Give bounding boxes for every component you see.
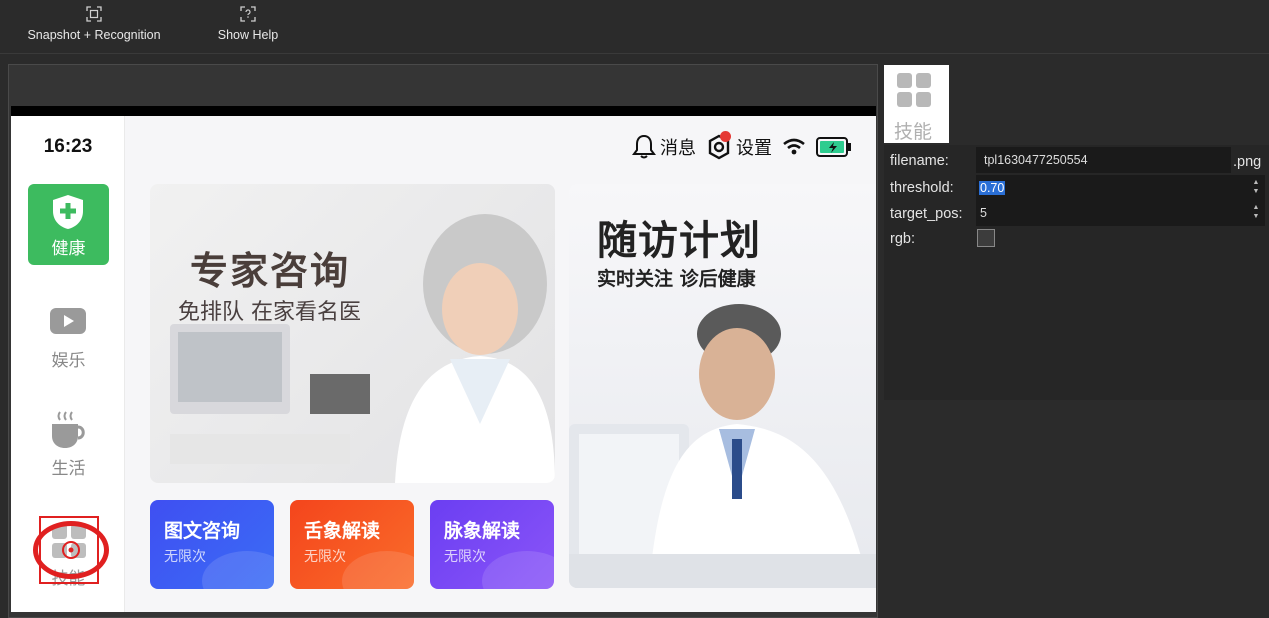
device-status-bar: 消息 设置 [632,130,852,164]
mini-card-title: 脉象解读 [444,520,521,542]
mini-card-title: 图文咨询 [164,520,241,542]
coffee-cup-icon [52,411,85,448]
nav-label-health: 健康 [51,239,86,259]
mini-card-subtitle: 无限次 [164,549,206,565]
notification-dot [720,131,731,142]
filename-value: tpl1630477250554 [984,153,1088,167]
spinbox-arrows-icon[interactable]: ▲ ▼ [1251,178,1261,196]
settings-status[interactable]: 设置 [706,131,772,160]
card-decoration [202,551,274,589]
shield-plus-icon [53,195,83,229]
follow-up-plan-subtitle: 实时关注 诊后健康 [597,268,756,290]
properties-panel: filename: tpl1630477250554 .png threshol… [884,145,1269,400]
show-help-button[interactable]: Show Help [212,6,284,42]
card-decoration [342,551,414,589]
help-icon [240,6,256,22]
threshold-spinbox[interactable]: 0.70 ▲ ▼ [976,175,1265,201]
target-pos-value: 5 [980,206,987,220]
settings-label: 设置 [736,138,772,159]
crosshair-icon [62,541,80,559]
pulse-reading-card[interactable]: 脉象解读 无限次 [430,500,554,589]
nav-label-life: 生活 [51,459,86,479]
nav-label-entertainment: 娱乐 [51,351,86,371]
filename-field[interactable]: tpl1630477250554 [976,147,1231,173]
filename-label: filename: [890,153,949,169]
device-screen[interactable]: 16:23 健康 娱乐 生活 技能 消息 设置 专家咨询 免排队 在家看名医 随… [11,116,876,612]
follow-up-plan-title: 随访计划 [597,218,761,264]
image-text-consult-card[interactable]: 图文咨询 无限次 [150,500,274,589]
threshold-label: threshold: [890,180,954,196]
expert-consult-card[interactable]: 专家咨询 免排队 在家看名医 [150,184,555,483]
show-help-label: Show Help [217,28,279,42]
device-status-strip [11,106,876,116]
snapshot-recognition-button[interactable]: Snapshot + Recognition [20,6,168,42]
nav-item-entertainment[interactable]: 娱乐 [28,296,109,377]
battery-icon [816,137,851,157]
top-toolbar: Snapshot + Recognition Show Help [0,0,1269,54]
wifi-icon [783,138,805,155]
device-side-nav: 16:23 健康 娱乐 生活 技能 [11,116,125,612]
video-play-icon [50,308,86,334]
doctor-photo-female [170,214,555,483]
snapshot-recognition-label: Snapshot + Recognition [27,28,161,42]
threshold-value: 0.70 [979,181,1006,195]
mini-card-subtitle: 无限次 [444,549,486,565]
messages-label: 消息 [660,138,696,159]
nav-item-life[interactable]: 生活 [28,404,109,485]
tongue-reading-card[interactable]: 舌象解读 无限次 [290,500,414,589]
filename-extension: .png [1233,154,1262,170]
follow-up-plan-card[interactable]: 随访计划 实时关注 诊后健康 [569,184,876,588]
device-clock: 16:23 [43,136,93,157]
grid-apps-icon [897,73,931,107]
bell-icon [632,134,656,159]
rgb-checkbox[interactable] [977,229,995,247]
card-decoration [482,551,554,589]
mini-card-title: 舌象解读 [304,520,381,542]
target-pos-label: target_pos: [890,206,963,222]
snapshot-icon [86,6,102,22]
mini-card-subtitle: 无限次 [304,549,346,565]
nav-item-health[interactable]: 健康 [28,184,109,265]
target-pos-spinbox[interactable]: 5 ▲ ▼ [976,200,1265,226]
template-preview: 技能 [884,65,949,143]
spinbox-arrows-icon[interactable]: ▲ ▼ [1251,203,1261,221]
template-preview-label: 技能 [894,121,933,143]
rgb-label: rgb: [890,231,915,247]
device-screen-panel: 16:23 健康 娱乐 生活 技能 消息 设置 专家咨询 免排队 在家看名医 随… [8,64,878,618]
messages-status[interactable]: 消息 [632,134,696,160]
